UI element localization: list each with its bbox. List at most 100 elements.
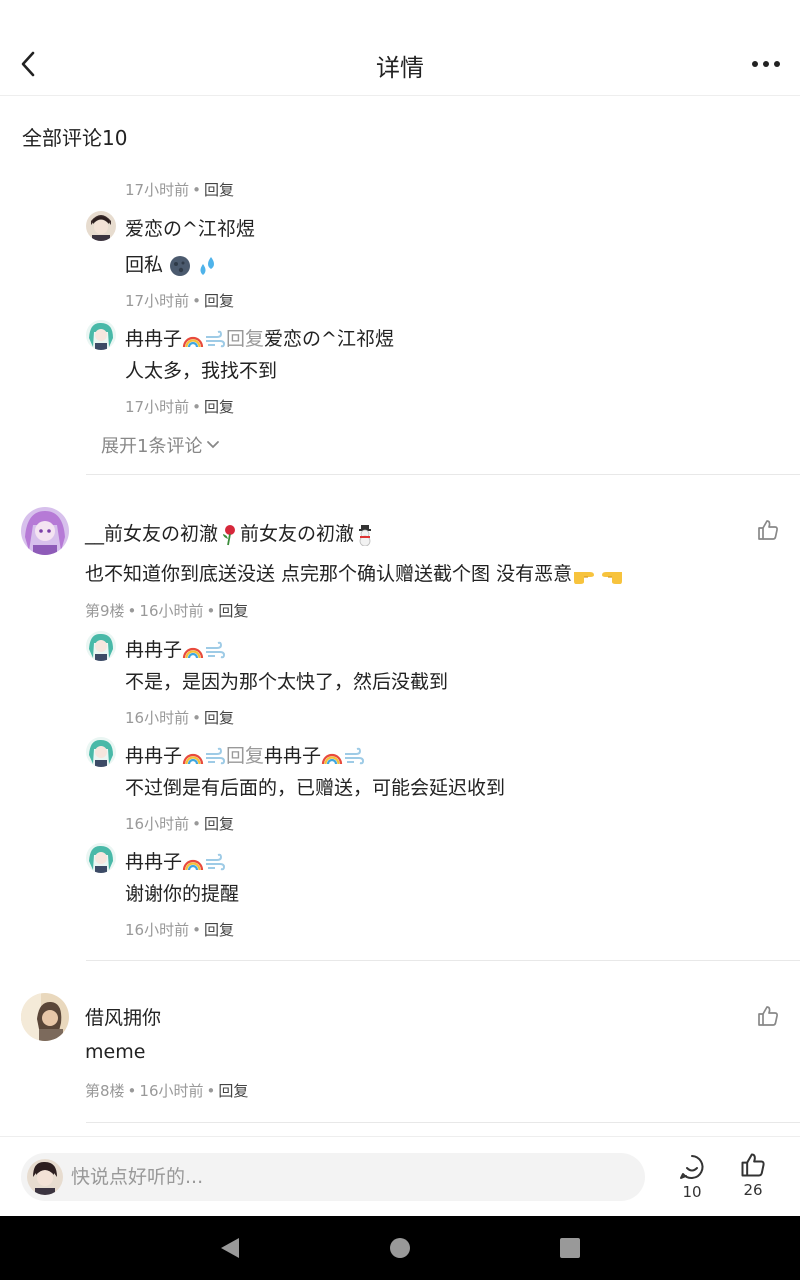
comment-text: meme	[85, 1041, 146, 1063]
nav-back-button[interactable]	[216, 1234, 244, 1262]
avatar[interactable]	[86, 631, 116, 661]
reply-author-line: 冉冉子	[125, 635, 226, 662]
my-avatar	[27, 1159, 63, 1195]
timestamp: 16小时前	[139, 602, 204, 620]
reply-author[interactable]: 冉冉子	[125, 639, 182, 661]
point-left-emoji-icon	[602, 571, 623, 584]
comment-meta: 第8楼 • 16小时前 • 回复	[85, 1082, 249, 1100]
reply-link[interactable]: 回复	[218, 1082, 248, 1100]
like-button[interactable]	[754, 516, 782, 544]
reply-meta: 17小时前 • 回复	[125, 398, 234, 416]
thumbs-up-icon	[758, 520, 778, 540]
divider	[86, 474, 800, 475]
divider	[86, 960, 800, 961]
like-count-button[interactable]: 26	[729, 1151, 777, 1199]
comment-count-button[interactable]: 10	[668, 1153, 716, 1201]
more-button[interactable]	[748, 50, 784, 78]
comment-count: 10	[682, 1183, 702, 1201]
nav-recents-button[interactable]	[556, 1234, 584, 1262]
reply-meta: 17小时前 • 回复	[125, 181, 234, 199]
comment-author-line: __前女友の初澈 前女友の初澈	[85, 519, 376, 546]
reply-text: 回私	[125, 250, 219, 277]
reply-text: 不是，是因为那个太快了，然后没截到	[125, 671, 449, 693]
timestamp: 17小时前	[125, 292, 190, 310]
comment-meta: 第9楼 • 16小时前 • 回复	[85, 602, 249, 620]
like-count: 26	[743, 1181, 763, 1199]
comment-input-bar: 10 26	[0, 1136, 800, 1216]
dash-emoji-icon	[206, 853, 226, 870]
reply-link[interactable]: 回复	[204, 709, 234, 727]
reply-author[interactable]: 冉冉子	[125, 328, 182, 350]
comment-author[interactable]: 借风拥你	[85, 1003, 161, 1030]
reply-link[interactable]: 回复	[204, 181, 234, 199]
square-recents-icon	[560, 1238, 580, 1258]
sweat-drops-emoji-icon	[200, 256, 215, 275]
like-button[interactable]	[754, 1002, 782, 1030]
reply-link[interactable]: 回复	[218, 602, 248, 620]
divider	[86, 1122, 800, 1123]
reply-link[interactable]: 回复	[204, 921, 234, 939]
reply-meta: 17小时前 • 回复	[125, 292, 234, 310]
reply-text: 不过倒是有后面的，已赠送，可能会延迟收到	[125, 777, 506, 799]
rainbow-emoji-icon	[182, 859, 204, 870]
reply-link[interactable]: 回复	[204, 398, 234, 416]
more-dots-icon	[752, 61, 780, 67]
thumbs-up-icon	[741, 1153, 765, 1177]
reply-author-line: 冉冉子 回复冉冉子	[125, 741, 365, 768]
point-right-emoji-icon	[574, 571, 595, 584]
avatar[interactable]	[21, 507, 69, 555]
nav-home-button[interactable]	[386, 1234, 414, 1262]
avatar[interactable]	[21, 993, 69, 1041]
chevron-down-icon	[207, 441, 220, 449]
rose-emoji-icon	[223, 524, 236, 545]
timestamp: 16小时前	[125, 709, 190, 727]
comment-input[interactable]	[71, 1153, 631, 1201]
circle-home-icon	[390, 1238, 410, 1258]
timestamp: 17小时前	[125, 398, 190, 416]
avatar[interactable]	[86, 737, 116, 767]
reply-author-line: 冉冉子 回复爱恋の^江祁煜	[125, 328, 394, 350]
rainbow-emoji-icon	[182, 647, 204, 658]
reply-author[interactable]: 爱恋の^江祁煜	[125, 214, 255, 241]
reply-meta: 16小时前 • 回复	[125, 709, 234, 727]
comment-author[interactable]: __前女友の初澈	[85, 523, 218, 545]
reply-author[interactable]: 冉冉子	[125, 745, 182, 767]
dash-emoji-icon	[206, 641, 226, 658]
reply-author-line: 冉冉子	[125, 847, 226, 874]
top-bar: 详情	[0, 0, 800, 96]
avatar[interactable]	[86, 211, 116, 241]
dash-emoji-icon	[206, 330, 226, 347]
page-title: 详情	[376, 54, 424, 82]
timestamp: 17小时前	[125, 181, 190, 199]
rainbow-emoji-icon	[321, 753, 343, 764]
avatar[interactable]	[86, 843, 116, 873]
rainbow-emoji-icon	[182, 336, 204, 347]
triangle-back-icon	[221, 1238, 239, 1258]
reply-meta: 16小时前 • 回复	[125, 921, 234, 939]
rainbow-emoji-icon	[182, 753, 204, 764]
floor-number: 第8楼	[85, 1082, 125, 1100]
dash-emoji-icon	[206, 747, 226, 764]
timestamp: 16小时前	[139, 1082, 204, 1100]
avatar[interactable]	[86, 320, 116, 350]
reply-text: 谢谢你的提醒	[125, 883, 240, 905]
reply-link[interactable]: 回复	[204, 292, 234, 310]
reply-text: 人太多，我找不到	[125, 360, 278, 382]
comment-bubble-icon	[680, 1155, 704, 1179]
timestamp: 16小时前	[125, 815, 190, 833]
reply-link[interactable]: 回复	[204, 815, 234, 833]
snowman-emoji-icon	[359, 524, 372, 546]
moon-face-emoji-icon	[170, 255, 191, 276]
reply-meta: 16小时前 • 回复	[125, 815, 234, 833]
expand-replies-button[interactable]: 展开1条评论	[101, 432, 220, 458]
timestamp: 16小时前	[125, 921, 190, 939]
reply-target[interactable]: 冉冉子	[264, 745, 321, 767]
comment-input-container[interactable]	[21, 1153, 645, 1201]
reply-target[interactable]: 爱恋の^江祁煜	[264, 328, 394, 350]
comments-header: 全部评论10	[22, 126, 128, 150]
thumbs-up-icon	[758, 1006, 778, 1026]
dash-emoji-icon	[345, 747, 365, 764]
reply-author[interactable]: 冉冉子	[125, 851, 182, 873]
system-nav-bar	[0, 1216, 800, 1280]
floor-number: 第9楼	[85, 602, 125, 620]
